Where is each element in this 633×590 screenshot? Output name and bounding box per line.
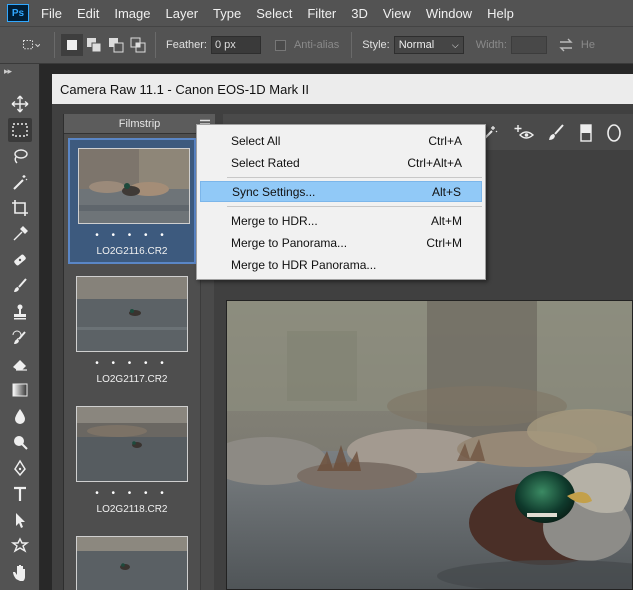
menu-help[interactable]: Help — [487, 6, 514, 21]
menu-3d[interactable]: 3D — [351, 6, 368, 21]
menu-layer[interactable]: Layer — [166, 6, 199, 21]
filmstrip-title: Filmstrip — [118, 117, 161, 130]
menu-image[interactable]: Image — [114, 6, 150, 21]
brush-tool-icon[interactable] — [8, 274, 32, 298]
pen-tool-icon[interactable] — [8, 456, 32, 480]
rating-dots[interactable]: • • • • • — [70, 230, 194, 241]
menu-item-select-all[interactable]: Select All Ctrl+A — [200, 130, 482, 151]
dodge-tool-icon[interactable] — [8, 430, 32, 454]
menu-item-shortcut: Ctrl+Alt+A — [407, 155, 462, 170]
custom-shape-tool-icon[interactable] — [8, 534, 32, 558]
subtract-from-selection-icon[interactable] — [105, 34, 127, 56]
menu-item-sync-settings[interactable]: Sync Settings... Alt+S — [200, 181, 482, 202]
eraser-tool-icon[interactable] — [8, 352, 32, 376]
history-brush-tool-icon[interactable] — [8, 326, 32, 350]
antialias-checkbox[interactable] — [274, 39, 286, 51]
menu-item-label: Merge to HDR Panorama... — [231, 257, 377, 272]
feather-input[interactable] — [210, 36, 261, 54]
menu-item-shortcut: Alt+M — [430, 213, 462, 228]
thumbnail-filename: LO2G2118.CR2 — [96, 504, 168, 515]
menu-separator — [227, 206, 482, 207]
menu-item-label: Select Rated — [231, 155, 300, 170]
hand-tool-icon[interactable] — [8, 560, 32, 584]
new-selection-icon[interactable] — [61, 34, 83, 56]
type-tool-icon[interactable] — [8, 482, 32, 506]
photoshop-logo: Ps — [7, 4, 29, 22]
menu-item-shortcut: Ctrl+M — [426, 235, 462, 250]
marquee-preset-icon[interactable] — [14, 34, 48, 56]
menu-item-shortcut: Ctrl+A — [428, 133, 462, 148]
magic-wand-tool-icon[interactable] — [8, 170, 32, 194]
filmstrip-thumbnail[interactable]: • • • • • LO2G2117.CR2 — [68, 268, 196, 394]
rating-dots[interactable]: • • • • • — [68, 358, 196, 369]
antialias-label: Anti-alias — [293, 39, 340, 51]
path-selection-tool-icon[interactable] — [8, 508, 32, 532]
blur-tool-icon[interactable] — [8, 404, 32, 428]
swap-dimensions-icon[interactable] — [555, 34, 577, 56]
menu-item-label: Merge to HDR... — [231, 213, 318, 228]
menu-item-label: Sync Settings... — [232, 184, 316, 199]
tools-panel: ▸▸ — [0, 64, 40, 590]
menu-item-shortcut: Alt+S — [431, 184, 461, 199]
menu-bar: Ps File Edit Image Layer Type Select Fil… — [0, 0, 633, 26]
dialog-title: Camera Raw 11.1 - Canon EOS-1D Mark II — [52, 74, 633, 104]
thumbnail-filename: LO2G2116.CR2 — [96, 246, 168, 257]
menu-view[interactable]: View — [383, 6, 411, 21]
menu-separator — [227, 177, 482, 178]
rating-dots[interactable]: • • • • • — [68, 488, 196, 499]
crop-tool-icon[interactable] — [8, 196, 32, 220]
menu-item-label: Select All — [231, 133, 281, 148]
menu-item-select-rated[interactable]: Select Rated Ctrl+Alt+A — [200, 152, 482, 173]
eyedropper-tool-icon[interactable] — [8, 222, 32, 246]
options-separator — [54, 32, 55, 58]
filmstrip-thumbnail[interactable] — [68, 528, 196, 590]
menu-filter[interactable]: Filter — [307, 6, 336, 21]
thumbnail-image — [76, 276, 188, 352]
thumbnail-image — [76, 406, 188, 482]
red-eye-removal-tool-icon[interactable] — [513, 122, 535, 144]
chevron-down-icon: ⌵ — [451, 39, 459, 50]
style-value: Normal — [398, 39, 435, 51]
collapse-toolbar-icon[interactable]: ▸▸ — [4, 66, 12, 77]
thumbnail-image — [76, 536, 188, 590]
menu-window[interactable]: Window — [426, 6, 472, 21]
add-to-selection-icon[interactable] — [83, 34, 105, 56]
filmstrip-thumbnail[interactable]: • • • • • LO2G2118.CR2 — [68, 398, 196, 524]
filmstrip-header: Filmstrip — [64, 114, 215, 134]
menu-edit[interactable]: Edit — [77, 6, 99, 21]
options-separator — [351, 32, 353, 58]
rectangular-marquee-tool-icon[interactable] — [8, 118, 32, 142]
menu-item-merge-to-panorama[interactable]: Merge to Panorama... Ctrl+M — [200, 232, 482, 253]
image-preview — [226, 300, 633, 590]
feather-label: Feather: — [166, 39, 207, 51]
filmstrip-thumbnail[interactable]: • • • • • LO2G2116.CR2 — [68, 138, 196, 264]
move-tool-icon[interactable] — [8, 92, 32, 116]
height-label: He — [580, 39, 595, 51]
clone-stamp-tool-icon[interactable] — [8, 300, 32, 324]
lasso-tool-icon[interactable] — [8, 144, 32, 168]
options-bar: Feather: Anti-alias Style: Normal ⌵ Widt… — [0, 26, 633, 64]
menu-item-label: Merge to Panorama... — [231, 235, 348, 250]
healing-brush-tool-icon[interactable] — [8, 248, 32, 272]
menu-type[interactable]: Type — [213, 6, 241, 21]
menu-select[interactable]: Select — [256, 6, 292, 21]
width-label: Width: — [475, 39, 507, 51]
filmstrip-panel: Filmstrip • • • • • LO2G2116.CR2 • • • •… — [63, 114, 215, 590]
width-input[interactable] — [510, 36, 547, 54]
menu-item-merge-to-hdr[interactable]: Merge to HDR... Alt+M — [200, 210, 482, 231]
options-separator — [155, 32, 156, 58]
graduated-filter-tool-icon[interactable] — [575, 122, 597, 144]
filmstrip-context-menu: Select All Ctrl+A Select Rated Ctrl+Alt+… — [196, 124, 486, 280]
intersect-selection-icon[interactable] — [127, 34, 149, 56]
radial-filter-tool-icon[interactable] — [603, 122, 625, 144]
gradient-tool-icon[interactable] — [8, 378, 32, 402]
menu-file[interactable]: File — [41, 6, 62, 21]
adjustment-brush-tool-icon[interactable] — [545, 122, 567, 144]
style-label: Style: — [362, 39, 390, 51]
thumbnail-filename: LO2G2117.CR2 — [96, 374, 168, 385]
thumbnail-image — [78, 148, 190, 224]
menu-item-merge-to-hdr-panorama[interactable]: Merge to HDR Panorama... — [200, 254, 482, 275]
style-select[interactable]: Normal ⌵ — [393, 36, 464, 54]
